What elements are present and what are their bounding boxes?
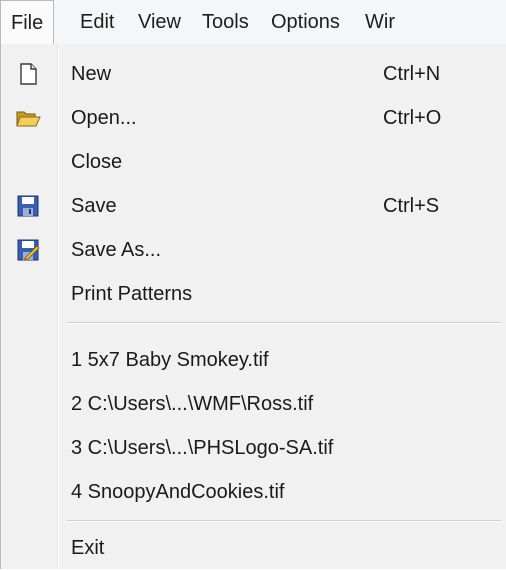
save-as-icon (17, 239, 40, 261)
menu-bar: File Edit View Tools Options Wir (0, 0, 506, 45)
menu-item-label: Save As... (71, 239, 162, 261)
menu-view[interactable]: View (138, 0, 181, 44)
menu-item-label: New (71, 63, 112, 85)
menu-item-label: Open... (71, 107, 137, 129)
open-folder-icon (16, 111, 41, 127)
recent-file-item[interactable]: 4 SnoopyAndCookies.tif (1, 470, 506, 514)
menu-item-label: Close (71, 151, 123, 173)
menu-item-print-patterns[interactable]: Print Patterns (1, 272, 506, 316)
recent-file-item[interactable]: 3 C:\Users\...\PHSLogo-SA.tif (1, 426, 506, 470)
menu-item-save[interactable]: Save Ctrl+S (1, 184, 506, 228)
menu-item-shortcut: Ctrl+N (383, 63, 441, 85)
recent-file-label: 1 5x7 Baby Smokey.tif (71, 349, 269, 371)
recent-file-item[interactable]: 1 5x7 Baby Smokey.tif (1, 338, 506, 382)
menu-item-close[interactable]: Close (1, 140, 506, 184)
menu-file[interactable]: File (0, 0, 55, 44)
menu-item-save-as[interactable]: Save As... (1, 228, 506, 272)
menu-tools[interactable]: Tools (202, 0, 249, 44)
menu-item-shortcut: Ctrl+O (383, 107, 442, 129)
menu-item-open[interactable]: Open... Ctrl+O (1, 96, 506, 140)
menu-item-exit[interactable]: Exit (1, 526, 506, 570)
menu-options[interactable]: Options (271, 0, 340, 44)
menu-window[interactable]: Wir (365, 0, 395, 44)
recent-file-label: 3 C:\Users\...\PHSLogo-SA.tif (71, 437, 334, 459)
recent-file-label: 2 C:\Users\...\WMF\Ross.tif (71, 393, 314, 415)
menu-item-label: Print Patterns (71, 283, 193, 305)
menu-separator (67, 520, 501, 522)
recent-file-label: 4 SnoopyAndCookies.tif (71, 481, 285, 503)
recent-file-item[interactable]: 2 C:\Users\...\WMF\Ross.tif (1, 382, 506, 426)
menu-item-label: Exit (71, 537, 105, 559)
menu-edit[interactable]: Edit (80, 0, 114, 44)
file-dropdown-menu: New Ctrl+N Open... Ctrl+O Close Save Ctr… (0, 44, 506, 569)
menu-item-label: Save (71, 195, 117, 217)
new-document-icon (20, 63, 37, 85)
menu-separator (67, 322, 501, 324)
floppy-disk-icon (17, 195, 39, 217)
menu-item-shortcut: Ctrl+S (383, 195, 440, 217)
menu-item-new[interactable]: New Ctrl+N (1, 52, 506, 96)
